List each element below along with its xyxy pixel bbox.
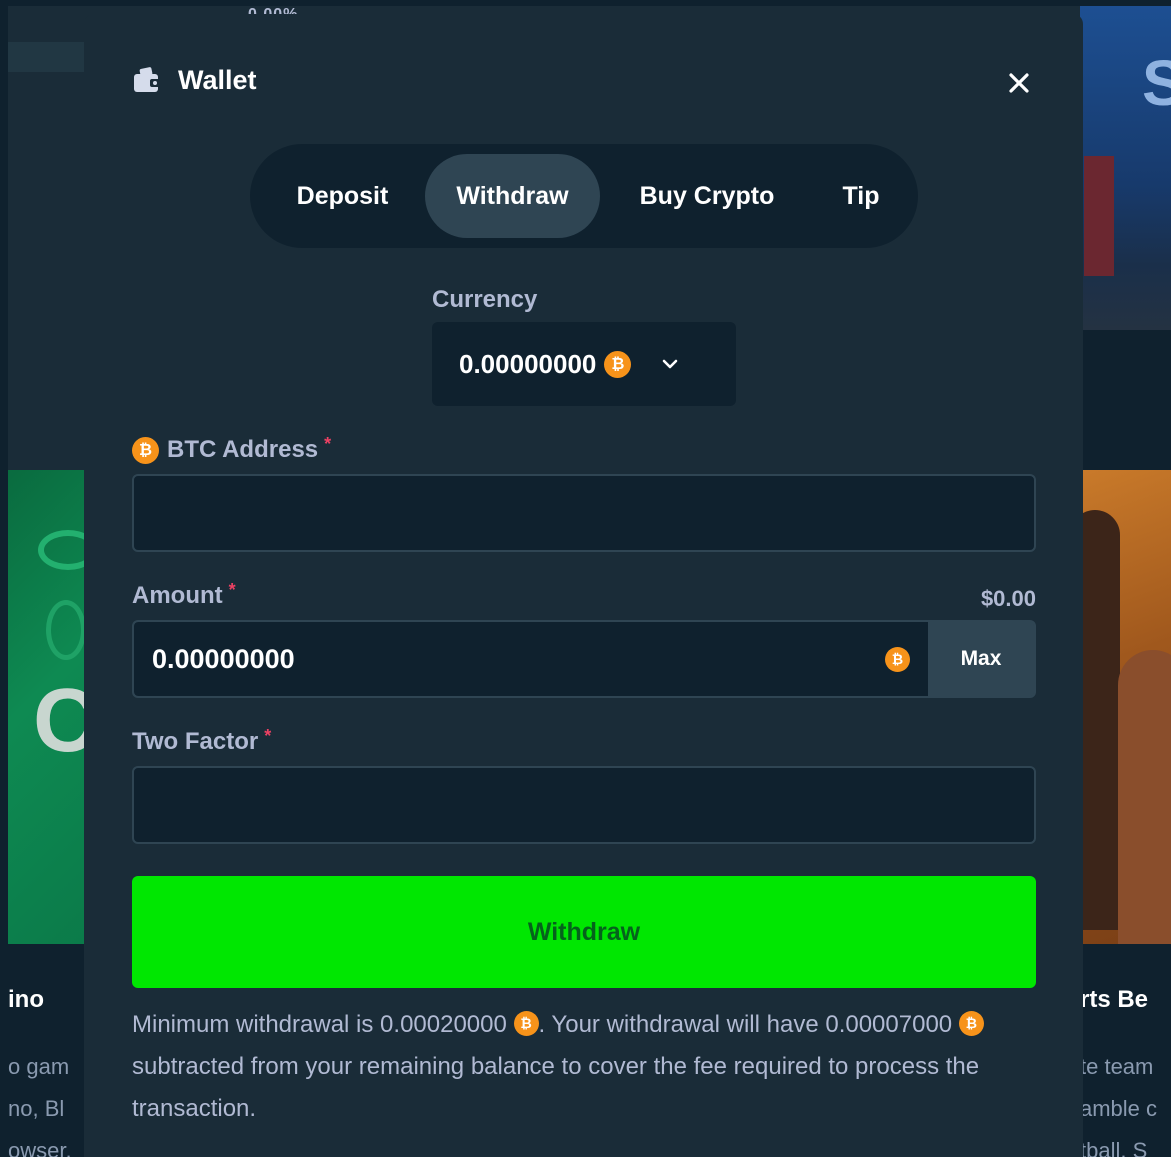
two-factor-label: Two Factor * bbox=[132, 725, 272, 756]
tab-tip[interactable]: Tip bbox=[814, 154, 908, 238]
amount-label: Amount * bbox=[132, 579, 236, 610]
currency-label: Currency bbox=[432, 286, 537, 314]
two-factor-label-text: Two Factor bbox=[132, 728, 259, 755]
currency-balance: 0.00000000 bbox=[459, 348, 597, 379]
required-mark: * bbox=[228, 579, 236, 600]
background-sports-desc: te team amble c tball, S bbox=[1080, 1046, 1171, 1157]
amount-input-box: ₿ bbox=[134, 622, 928, 696]
wallet-tabs: Deposit Withdraw Buy Crypto Tip bbox=[250, 144, 918, 248]
btc-address-label-text: BTC Address bbox=[167, 436, 319, 463]
amount-field: ₿ Max bbox=[132, 620, 1036, 698]
desc-line: te team bbox=[1080, 1054, 1154, 1079]
background-sports-title: rts Be bbox=[1080, 986, 1149, 1013]
required-mark: * bbox=[264, 725, 272, 746]
background-right-gap bbox=[1080, 330, 1171, 470]
promo-letter: S bbox=[1142, 47, 1171, 119]
promo-decoration bbox=[1084, 156, 1114, 276]
btc-address-label: ₿ BTC Address * bbox=[132, 433, 332, 464]
wallet-icon bbox=[134, 67, 162, 92]
two-factor-input[interactable] bbox=[132, 766, 1036, 844]
banner-figure bbox=[1080, 510, 1120, 930]
tab-buy-crypto[interactable]: Buy Crypto bbox=[600, 154, 814, 238]
wallet-modal: Wallet Deposit Withdraw Buy Crypto Tip C… bbox=[84, 14, 1083, 1157]
withdraw-submit-button[interactable]: Withdraw bbox=[132, 876, 1036, 988]
modal-header: Wallet bbox=[132, 64, 257, 96]
currency-select[interactable]: 0.00000000 ₿ bbox=[432, 322, 736, 406]
amount-label-text: Amount bbox=[132, 582, 223, 609]
btc-coin-icon: ₿ bbox=[885, 646, 910, 672]
background-sports-banner[interactable] bbox=[1080, 470, 1171, 944]
close-button[interactable] bbox=[1002, 66, 1036, 100]
amount-usd-value: $0.00 bbox=[980, 586, 1036, 611]
modal-title: Wallet bbox=[178, 64, 257, 95]
currency-label-text: Currency bbox=[432, 286, 538, 313]
background-sports-promo[interactable]: S bbox=[1080, 6, 1171, 330]
desc-line: tball, S bbox=[1080, 1138, 1148, 1157]
btc-coin-icon: ₿ bbox=[132, 436, 159, 464]
background-casino-title: ino bbox=[8, 986, 44, 1013]
required-mark: * bbox=[324, 433, 332, 454]
close-icon bbox=[1009, 73, 1029, 93]
banner-decoration bbox=[46, 600, 86, 660]
btc-address-input[interactable] bbox=[132, 474, 1036, 552]
tab-withdraw[interactable]: Withdraw bbox=[425, 154, 600, 238]
btc-coin-icon: ₿ bbox=[604, 350, 632, 378]
withdrawal-info-text: Minimum withdrawal is 0.00020000 ₿. Your… bbox=[132, 1004, 1036, 1130]
chevron-down-icon bbox=[663, 359, 678, 369]
amount-input[interactable] bbox=[152, 643, 885, 675]
desc-line: amble c bbox=[1080, 1096, 1158, 1121]
info-text-part: subtracted from your remaining balance t… bbox=[132, 1053, 980, 1122]
tab-deposit[interactable]: Deposit bbox=[260, 154, 425, 238]
info-text-part: . Your withdrawal will have 0.00007000 bbox=[538, 1011, 953, 1038]
info-text-part: Minimum withdrawal is 0.00020000 bbox=[132, 1011, 507, 1038]
banner-figure bbox=[1118, 650, 1171, 944]
btc-coin-icon: ₿ bbox=[958, 1011, 984, 1037]
btc-coin-icon: ₿ bbox=[513, 1011, 539, 1037]
max-button[interactable]: Max bbox=[928, 622, 1034, 696]
